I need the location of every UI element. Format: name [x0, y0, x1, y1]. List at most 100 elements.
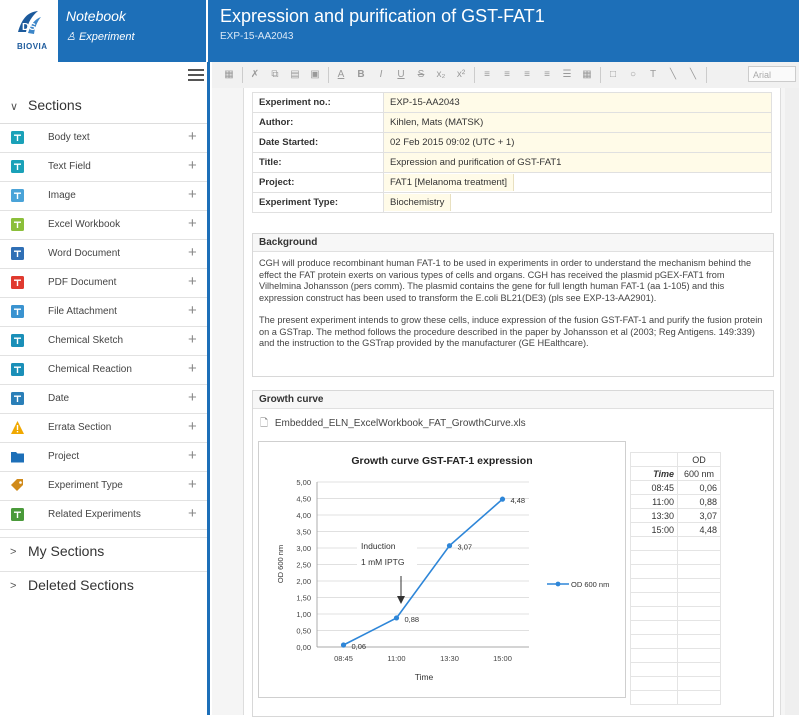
add-section-icon[interactable]: + — [188, 244, 197, 261]
add-section-icon[interactable]: + — [188, 447, 197, 464]
sidebar-item-body-text[interactable]: Body text + — [0, 124, 207, 153]
underline-icon[interactable]: U — [394, 68, 408, 82]
add-section-icon[interactable]: + — [188, 389, 197, 406]
table-cell[interactable] — [677, 620, 721, 635]
add-section-icon[interactable]: + — [188, 215, 197, 232]
add-section-icon[interactable]: + — [188, 418, 197, 435]
font-color-icon[interactable]: A — [334, 68, 348, 82]
add-section-icon[interactable]: + — [188, 128, 197, 145]
metadata-value[interactable]: Kihlen, Mats (MATSK) — [383, 112, 772, 133]
rectangle-icon[interactable]: □ — [606, 68, 620, 82]
table-cell[interactable]: 13:30 — [630, 508, 678, 523]
sidebar-item-excel-workbook[interactable]: Excel Workbook + — [0, 211, 207, 240]
paste-icon[interactable]: ▤ — [288, 68, 302, 82]
table-cell[interactable]: OD — [677, 452, 721, 467]
ellipse-icon[interactable]: ○ — [626, 68, 640, 82]
table-cell[interactable] — [630, 606, 678, 621]
italic-icon[interactable]: I — [374, 68, 388, 82]
table-cell[interactable] — [630, 662, 678, 677]
align-left-icon[interactable]: ≡ — [480, 68, 494, 82]
growth-curve-chart[interactable]: Growth curve GST-FAT-1 expression 0,00 0,… — [258, 441, 626, 698]
add-section-icon[interactable]: + — [188, 157, 197, 174]
metadata-value[interactable]: Biochemistry — [383, 192, 772, 213]
align-right-icon[interactable]: ≡ — [520, 68, 534, 82]
table-cell[interactable] — [677, 550, 721, 565]
sidebar-item-word-document[interactable]: Word Document + — [0, 240, 207, 269]
embedded-file-link[interactable]: 🗋 Embedded_ELN_ExcelWorkbook_FAT_GrowthC… — [260, 416, 526, 433]
arrow-icon[interactable]: ╲ — [686, 68, 700, 82]
sidebar-item-date[interactable]: Date + — [0, 385, 207, 414]
cut-icon[interactable]: ✗ — [248, 68, 262, 82]
bullet-list-icon[interactable]: ☰ — [560, 68, 574, 82]
table-cell[interactable] — [630, 536, 678, 551]
add-section-icon[interactable]: + — [188, 302, 197, 319]
sidebar-item-project[interactable]: Project + — [0, 443, 207, 472]
add-section-icon[interactable]: + — [188, 505, 197, 522]
table-cell[interactable] — [630, 690, 678, 705]
table-cell[interactable]: 11:00 — [630, 494, 678, 509]
table-cell[interactable] — [630, 452, 678, 467]
sidebar-item-experiment-type[interactable]: Experiment Type + — [0, 472, 207, 501]
sidebar-item-image[interactable]: Image + — [0, 182, 207, 211]
table-icon[interactable]: ▦ — [580, 68, 594, 82]
table-cell[interactable]: 08:45 — [630, 480, 678, 495]
sidebar-item-text-field[interactable]: Text Field + — [0, 153, 207, 182]
table-cell[interactable]: 0,06 — [677, 480, 721, 495]
background-section[interactable]: Background CGH will produce recombinant … — [252, 233, 774, 377]
table-cell[interactable] — [630, 634, 678, 649]
copy-icon[interactable]: ⧉ — [268, 68, 282, 82]
table-cell[interactable] — [630, 564, 678, 579]
sidebar-item-chemical-sketch[interactable]: Chemical Sketch + — [0, 327, 207, 356]
bold-icon[interactable]: B — [354, 68, 368, 82]
align-center-icon[interactable]: ≡ — [500, 68, 514, 82]
add-section-icon[interactable]: + — [188, 273, 197, 290]
table-cell[interactable]: 0,88 — [677, 494, 721, 509]
my-sections-header[interactable]: > My Sections — [0, 537, 207, 568]
sidebar-item-pdf-document[interactable]: PDF Document + — [0, 269, 207, 298]
add-section-icon[interactable]: + — [188, 186, 197, 203]
metadata-value[interactable]: EXP-15-AA2043 — [383, 92, 772, 113]
font-family-select[interactable]: Arial — [748, 66, 796, 82]
table-cell[interactable] — [630, 620, 678, 635]
table-cell[interactable]: 15:00 — [630, 522, 678, 537]
deleted-sections-header[interactable]: > Deleted Sections — [0, 571, 207, 602]
table-cell[interactable] — [677, 578, 721, 593]
line-icon[interactable]: ╲ — [666, 68, 680, 82]
metadata-value[interactable]: 02 Feb 2015 09:02 (UTC + 1) — [383, 132, 772, 153]
table-cell[interactable] — [677, 634, 721, 649]
table-cell[interactable]: 4,48 — [677, 522, 721, 537]
superscript-icon[interactable]: x² — [454, 68, 468, 82]
text-box-icon[interactable]: T — [646, 68, 660, 82]
table-cell[interactable] — [630, 676, 678, 691]
table-cell[interactable] — [630, 592, 678, 607]
sidebar-item-file-attachment[interactable]: File Attachment + — [0, 298, 207, 327]
add-section-icon[interactable]: + — [188, 331, 197, 348]
add-section-icon[interactable]: + — [188, 476, 197, 493]
table-cell[interactable]: 600 nm — [677, 466, 721, 481]
metadata-value[interactable]: Expression and purification of GST-FAT1 — [383, 152, 772, 173]
notebook-nav[interactable]: Notebook ♙ Experiment — [58, 0, 253, 62]
subscript-icon[interactable]: x₂ — [434, 68, 448, 82]
table-cell[interactable] — [630, 550, 678, 565]
background-text[interactable]: CGH will produce recombinant human FAT-1… — [253, 252, 773, 367]
table-cell[interactable] — [677, 564, 721, 579]
table-cell[interactable]: Time — [630, 466, 678, 481]
table-cell[interactable] — [677, 676, 721, 691]
table-cell[interactable]: 3,07 — [677, 508, 721, 523]
save-icon[interactable]: ▦ — [222, 68, 236, 82]
table-cell[interactable] — [630, 578, 678, 593]
sidebar-item-errata-section[interactable]: Errata Section + — [0, 414, 207, 443]
paste-text-icon[interactable]: ▣ — [308, 68, 322, 82]
table-cell[interactable] — [677, 536, 721, 551]
table-cell[interactable] — [677, 690, 721, 705]
hamburger-menu-icon[interactable] — [188, 68, 204, 82]
table-cell[interactable] — [677, 592, 721, 607]
sidebar-item-related-experiments[interactable]: Related Experiments + — [0, 501, 207, 530]
metadata-value[interactable]: FAT1 [Melanoma treatment] — [383, 172, 772, 193]
table-cell[interactable] — [630, 648, 678, 663]
experiment-label[interactable]: ♙ Experiment — [66, 30, 135, 43]
strikethrough-icon[interactable]: S — [414, 68, 428, 82]
table-cell[interactable] — [677, 648, 721, 663]
notebook-label[interactable]: Notebook — [66, 8, 126, 24]
justify-icon[interactable]: ≡ — [540, 68, 554, 82]
